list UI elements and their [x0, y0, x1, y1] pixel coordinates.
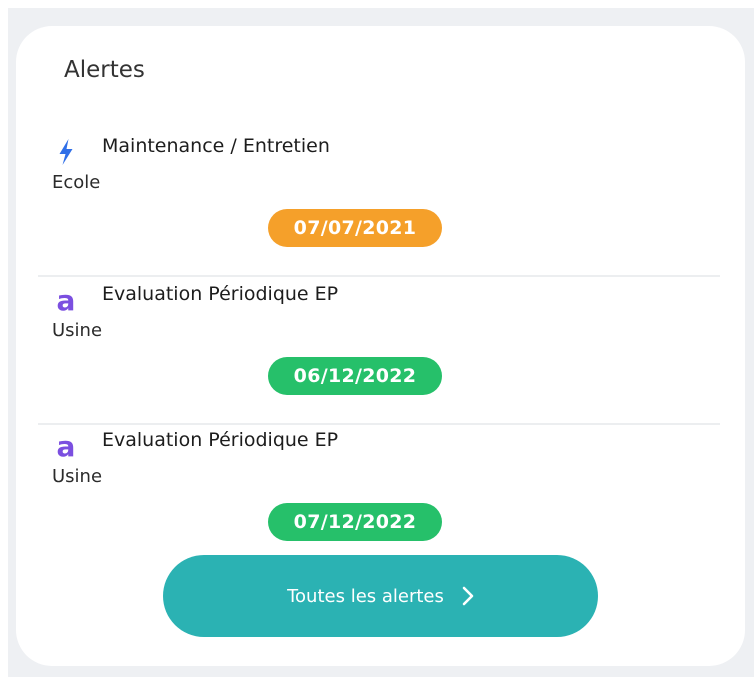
alert-title: Evaluation Périodique EP: [102, 283, 339, 305]
alert-item[interactable]: a Evaluation Périodique EP Usine 07/12/2…: [38, 423, 720, 569]
lightning-icon-svg: [59, 139, 73, 165]
alert-title: Evaluation Périodique EP: [102, 429, 339, 451]
letter-a-icon: a: [52, 285, 80, 315]
alert-subtitle: Ecole: [52, 172, 101, 193]
card-title: Alertes: [64, 57, 145, 83]
all-alerts-button[interactable]: Toutes les alertes: [163, 555, 598, 637]
date-badge: 07/12/2022: [268, 503, 442, 541]
alert-title: Maintenance / Entretien: [102, 135, 330, 157]
alert-subtitle: Usine: [52, 466, 103, 487]
letter-a-glyph: a: [56, 284, 76, 317]
letter-a-icon: a: [52, 431, 80, 461]
all-alerts-label: Toutes les alertes: [287, 585, 444, 607]
alert-item[interactable]: Maintenance / Entretien Ecole 07/07/2021: [38, 129, 720, 277]
alerts-card: Alertes Maintenance / Entretien Ecole 07…: [16, 26, 745, 666]
alert-subtitle: Usine: [52, 320, 103, 341]
chevron-right-icon: [462, 586, 474, 606]
date-badge: 06/12/2022: [268, 357, 442, 395]
letter-a-glyph: a: [56, 430, 76, 463]
alert-item[interactable]: a Evaluation Périodique EP Usine 06/12/2…: [38, 277, 720, 425]
lightning-icon: [52, 137, 80, 167]
date-badge: 07/07/2021: [268, 209, 442, 247]
